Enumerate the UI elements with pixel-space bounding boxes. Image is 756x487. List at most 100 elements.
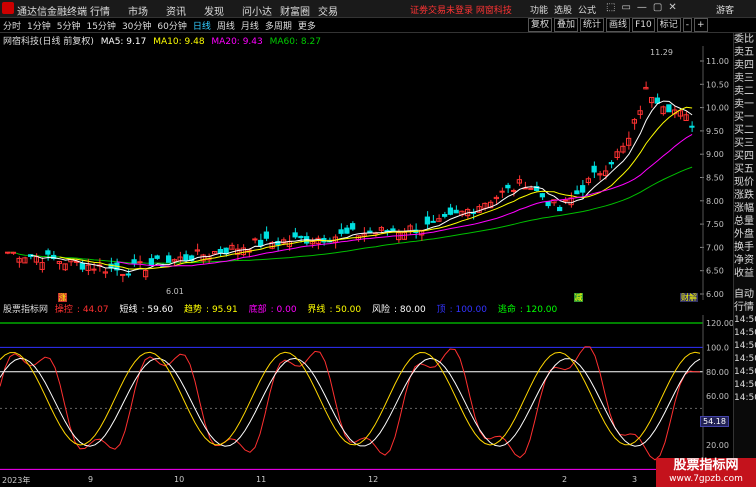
quote-label: 卖三 [734, 73, 754, 84]
menu-item-caifuquan[interactable]: 财富圈 [280, 3, 318, 18]
candle-body [79, 262, 85, 270]
tab-30min[interactable]: 30分钟 [122, 19, 151, 32]
menu-item-jiaoyi[interactable]: 交易 [318, 3, 356, 18]
zoom-in-button[interactable]: + [693, 18, 708, 32]
qushi-line [0, 351, 701, 446]
quote-panel: 委比 卖五 卖四 卖三 卖二 卖一 买一 买二 买三 买四 买五 现价 涨跌 涨… [733, 33, 756, 461]
menu-item-wenxiaoda[interactable]: 问小达 [242, 3, 280, 18]
maximize-icon[interactable]: ▢ [653, 2, 662, 13]
menu-item-hangqing[interactable]: 行情 [90, 3, 128, 18]
stats-button[interactable]: 统计 [580, 18, 605, 32]
indicator-field-duanxian: 短线: 59.60 [119, 305, 174, 315]
auto-quote-tab[interactable]: 自动 [734, 288, 756, 301]
price-tick-label: 10.50 [706, 80, 729, 89]
ma5-line [30, 100, 693, 273]
candle-body [545, 201, 551, 207]
menu-item-faxian[interactable]: 发现 [204, 3, 242, 18]
close-icon[interactable]: ✕ [668, 2, 676, 13]
quote-label: 总量 [734, 216, 754, 227]
quote-label: 买四 [734, 151, 754, 162]
tab-15min[interactable]: 15分钟 [86, 19, 115, 32]
overlay-button[interactable]: 叠加 [554, 18, 579, 32]
draw-line-button[interactable]: 画线 [606, 18, 631, 32]
candle-body [591, 165, 597, 173]
price-axis: 11.00 10.50 10.00 9.50 9.00 8.50 8.00 7.50 7.00 6… [700, 46, 729, 300]
quote-label: 收益 [734, 268, 754, 279]
tab-daily[interactable]: 日线 [193, 19, 211, 32]
indicator-chart[interactable]: 120.00100.080.0060.0040.0020.00 [0, 315, 733, 475]
menu-item-zixun[interactable]: 资讯 [166, 3, 204, 18]
candle-body [447, 207, 453, 215]
candle-body [442, 214, 448, 217]
quote-label: 净资 [734, 255, 754, 266]
candle-body [562, 199, 568, 202]
quote-label: 外盘 [734, 229, 754, 240]
candle-body [10, 251, 16, 254]
indicator-tick-label: 100.0 [706, 343, 729, 352]
candle-body [580, 185, 586, 193]
mark-button[interactable]: 标记 [656, 18, 681, 32]
restore-icon[interactable]: ⬚ [606, 2, 615, 13]
ma10-line [59, 106, 693, 270]
indicator-title[interactable]: 股票指标网 [3, 305, 48, 315]
tab-fenshi[interactable]: 分时 [3, 19, 21, 32]
tab-monthly[interactable]: 月线 [241, 19, 259, 32]
indicator-legend: 股票指标网 操控: 44.07 短线: 59.60 趋势: 95.91 底部: … [0, 302, 756, 315]
indicator-field-qushi: 趋势: 95.91 [184, 305, 238, 315]
candle-body [45, 250, 51, 255]
tab-60min[interactable]: 60分钟 [157, 19, 186, 32]
low-price-label: 6.01 [166, 287, 184, 296]
menu-item-xuangu[interactable]: 选股 [554, 3, 578, 16]
price-tick-label: 7.50 [706, 220, 724, 229]
guest-label[interactable]: 游客 [716, 3, 734, 16]
indicator-tick-label: 80.00 [706, 368, 729, 377]
candle-body [137, 261, 143, 264]
menu-item-gongneng[interactable]: 功能 [530, 3, 554, 16]
price-tick-label: 10.00 [706, 104, 729, 113]
quote-label: 买三 [734, 138, 754, 149]
quote-label: 换手 [734, 242, 754, 253]
candle-body [183, 254, 189, 261]
candle-body [223, 247, 229, 255]
layout-icon[interactable]: ▭ [621, 2, 630, 13]
menu-item-gongshi[interactable]: 公式 [578, 3, 602, 16]
indicator-field-dibu: 底部: 0.00 [248, 305, 297, 315]
zoom-out-button[interactable]: - [682, 18, 692, 32]
candle-body [166, 255, 172, 263]
menu-item-shichang[interactable]: 市场 [128, 3, 166, 18]
f10-button[interactable]: F10 [632, 18, 655, 32]
candle-body [557, 206, 563, 212]
candle-body [574, 190, 580, 195]
tick-time: 14:50 [734, 315, 756, 325]
candle-body [120, 273, 126, 276]
indicator-field-caokong: 操控: 44.07 [54, 305, 109, 315]
candle-body [608, 162, 614, 165]
date-label: 2 [562, 475, 568, 484]
watermark: 股票指标网 www.7gpzb.com [656, 458, 756, 487]
tab-5min[interactable]: 5分钟 [57, 19, 81, 32]
candle-body [292, 232, 298, 238]
login-notice[interactable]: 证劵交易未登录 网窗科技 [410, 3, 512, 16]
tab-weekly[interactable]: 周线 [217, 19, 235, 32]
indicator-field-ding: 顶: 100.00 [436, 305, 487, 315]
tab-more[interactable]: 更多 [298, 19, 316, 32]
minimize-icon[interactable]: — [637, 2, 647, 13]
candle-body [252, 238, 258, 241]
ma60-line [7, 166, 693, 264]
candlestick-chart[interactable]: 11.00 10.50 10.00 9.50 9.00 8.50 8.00 7.50 7.00 6… [0, 46, 733, 300]
price-tick-label: 8.50 [706, 174, 724, 183]
candle-body [539, 193, 545, 198]
tick-time: 14:50 [734, 341, 756, 351]
date-label: 11 [256, 475, 267, 484]
quote-label: 委比 [734, 34, 754, 45]
tab-1min[interactable]: 1分钟 [27, 19, 51, 32]
quote-label: 卖四 [734, 60, 754, 71]
auto-quote-tab[interactable]: 行情 [734, 301, 756, 314]
candle-body [338, 229, 344, 234]
fuquan-button[interactable]: 复权 [528, 18, 553, 32]
tab-multi-period[interactable]: 多周期 [265, 19, 292, 32]
ma60-path [7, 166, 693, 264]
candle-body [298, 235, 304, 239]
date-label: 2023年 [2, 476, 31, 485]
